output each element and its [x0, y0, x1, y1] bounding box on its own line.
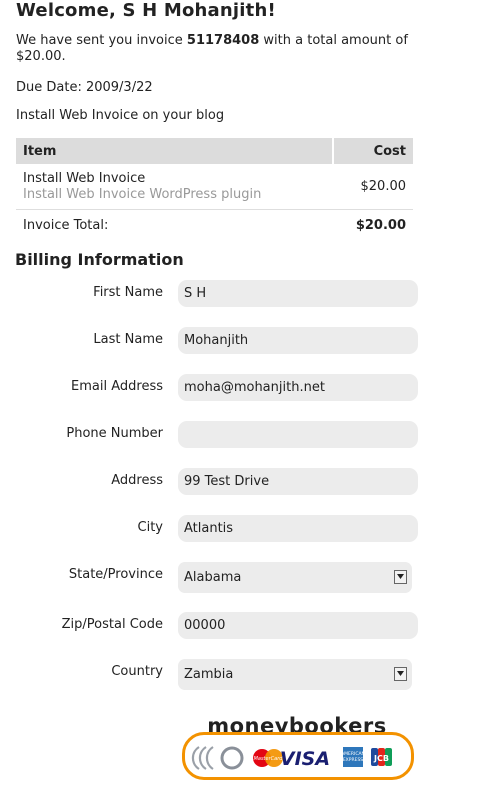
billing-heading: Billing Information [15, 250, 184, 269]
country-select-value: Zambia [184, 667, 234, 682]
cost-column-header: Cost [332, 138, 413, 164]
line-item-name: Install Web Invoice [23, 171, 146, 186]
invoice-page: Welcome, S H Mohanjith! We have sent you… [0, 0, 486, 812]
welcome-heading: Welcome, S H Mohanjith! [16, 0, 276, 21]
zip-field[interactable]: 00000 [178, 612, 418, 639]
svg-text:EXPRESS: EXPRESS [343, 757, 363, 763]
last-name-field[interactable]: Mohanjith [178, 327, 418, 354]
moneybookers-pay-button[interactable]: moneybookers MasterCard VISA AMERICAN EX… [180, 714, 414, 780]
moneybookers-waves-icon [191, 746, 244, 770]
email-row: Email Address moha@mohanjith.net [0, 374, 486, 404]
address-row: Address 99 Test Drive [0, 468, 486, 498]
first-name-label: First Name [93, 285, 163, 300]
visa-icon: VISA [280, 748, 330, 770]
svg-text:MasterCard: MasterCard [254, 756, 284, 762]
invoice-total-row: Invoice Total: $20.00 [16, 210, 413, 241]
svg-text:JCB: JCB [373, 754, 389, 763]
item-column-header: Item [16, 138, 334, 164]
table-row: Install Web Invoice Install Web Invoice … [16, 164, 413, 210]
city-field[interactable]: Atlantis [178, 515, 418, 542]
phone-row: Phone Number [0, 421, 486, 451]
email-label: Email Address [71, 379, 163, 394]
zip-label: Zip/Postal Code [61, 617, 163, 632]
last-name-label: Last Name [93, 332, 163, 347]
city-label: City [137, 520, 163, 535]
state-row: State/Province Alabama [0, 562, 486, 593]
email-field[interactable]: moha@mohanjith.net [178, 374, 418, 401]
last-name-row: Last Name Mohanjith [0, 327, 486, 357]
svg-text:AMERICAN: AMERICAN [341, 751, 365, 757]
country-select[interactable]: Zambia [178, 659, 412, 690]
state-select[interactable]: Alabama [178, 562, 412, 593]
phone-label: Phone Number [66, 426, 163, 441]
city-row: City Atlantis [0, 515, 486, 545]
state-label: State/Province [68, 567, 163, 582]
mastercard-icon: MasterCard [253, 749, 283, 767]
invoice-total-label: Invoice Total: [23, 217, 109, 233]
line-item-description: Install Web Invoice WordPress plugin [23, 187, 262, 202]
invoice-message-prefix: We have sent you invoice [16, 33, 183, 48]
address-label: Address [111, 473, 163, 488]
invoice-subject: Install Web Invoice on your blog [16, 108, 225, 123]
line-item-cost: $20.00 [332, 164, 413, 210]
invoice-number: 51178408 [186, 33, 260, 48]
jcb-icon: JCB [371, 748, 392, 766]
state-select-value: Alabama [184, 570, 242, 585]
invoice-table-header: Item Cost [16, 138, 413, 164]
address-field[interactable]: 99 Test Drive [178, 468, 418, 495]
due-date: Due Date: 2009/3/22 [16, 80, 153, 95]
invoice-message: We have sent you invoice 51178408 with a… [16, 33, 416, 65]
first-name-row: First Name S H [0, 280, 486, 310]
chevron-down-icon[interactable] [394, 667, 407, 681]
payment-cards-badge: MasterCard VISA AMERICAN EXPRESS JCB [182, 732, 414, 780]
zip-row: Zip/Postal Code 00000 [0, 612, 486, 642]
invoice-table: Item Cost Install Web Invoice Install We… [16, 138, 413, 240]
svg-text:VISA: VISA [280, 748, 330, 770]
payment-card-logos: MasterCard VISA AMERICAN EXPRESS JCB [191, 746, 392, 770]
amex-icon: AMERICAN EXPRESS [341, 747, 365, 767]
first-name-field[interactable]: S H [178, 280, 418, 307]
phone-field[interactable] [178, 421, 418, 448]
country-label: Country [111, 664, 163, 679]
chevron-down-icon[interactable] [394, 570, 407, 584]
country-row: Country Zambia [0, 659, 486, 690]
line-item: Install Web Invoice Install Web Invoice … [16, 164, 333, 210]
invoice-total-value: $20.00 [355, 217, 406, 233]
